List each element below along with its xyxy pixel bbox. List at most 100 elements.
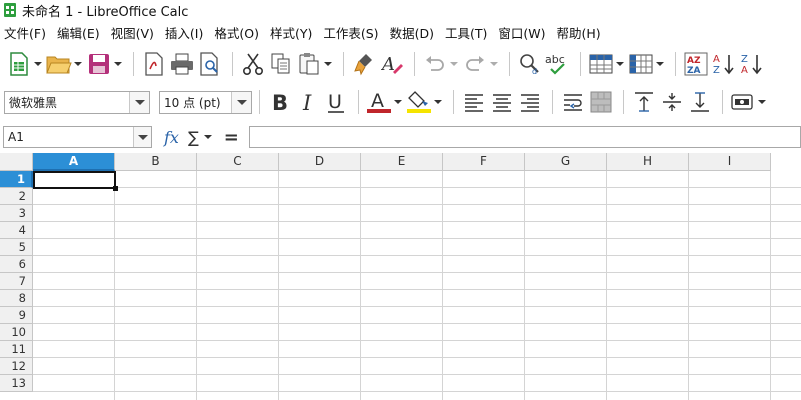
font-name-combobox[interactable]: 微软雅黑: [4, 90, 150, 114]
open-dropdown-arrow[interactable]: [74, 51, 82, 77]
merge-cells-icon[interactable]: [588, 89, 614, 115]
clone-formatting-icon[interactable]: [351, 51, 377, 77]
align-bottom-icon[interactable]: [687, 89, 713, 115]
print-preview-icon[interactable]: [197, 51, 223, 77]
new-document-icon[interactable]: [6, 51, 32, 77]
italic-icon[interactable]: I: [295, 89, 321, 115]
sort-ascending-icon[interactable]: AZ: [711, 51, 737, 77]
menu-styles[interactable]: 样式(Y): [270, 23, 312, 42]
column-header-c[interactable]: C: [197, 153, 279, 171]
wrap-text-icon[interactable]: [560, 89, 586, 115]
spreadsheet-grid: ABCDEFGHI 1 2 3 4 5 6 7 8 9 10 11 12 13: [0, 153, 801, 400]
row-header-11[interactable]: 11: [0, 341, 33, 358]
menu-data[interactable]: 数据(D): [390, 23, 434, 42]
row-header-5[interactable]: 5: [0, 239, 33, 256]
chevron-down-icon[interactable]: [133, 127, 151, 147]
chevron-down-icon[interactable]: [231, 91, 251, 113]
cell-area[interactable]: [33, 171, 801, 400]
open-folder-icon[interactable]: [46, 51, 72, 77]
toolbar-separator: [580, 52, 581, 76]
row-header-4[interactable]: 4: [0, 222, 33, 239]
print-icon[interactable]: [169, 51, 195, 77]
column-header-g[interactable]: G: [525, 153, 607, 171]
undo-dropdown-arrow[interactable]: [450, 51, 458, 77]
align-left-icon[interactable]: [461, 89, 487, 115]
align-top-icon[interactable]: [631, 89, 657, 115]
cut-icon[interactable]: [240, 51, 266, 77]
sum-dropdown-arrow[interactable]: [204, 124, 212, 150]
column-header-b[interactable]: B: [115, 153, 197, 171]
row-header-2[interactable]: 2: [0, 188, 33, 205]
clear-formatting-icon[interactable]: A: [379, 51, 405, 77]
sort-icon[interactable]: AZ ZA: [683, 51, 709, 77]
toolbar-separator: [552, 90, 553, 114]
select-all-corner[interactable]: [0, 153, 33, 171]
row-header-10[interactable]: 10: [0, 324, 33, 341]
svg-text:A: A: [741, 65, 748, 76]
font-size-value: 10 点 (pt): [164, 95, 221, 110]
highlighting-dropdown-arrow[interactable]: [434, 89, 442, 115]
svg-text:A: A: [713, 54, 720, 65]
menu-file[interactable]: 文件(F): [4, 23, 46, 42]
align-center-icon[interactable]: [489, 89, 515, 115]
center-vertically-icon[interactable]: [659, 89, 685, 115]
new-dropdown-arrow[interactable]: [34, 51, 42, 77]
bold-icon[interactable]: B: [267, 89, 293, 115]
function-wizard-icon[interactable]: fx: [164, 128, 179, 147]
column-header-i[interactable]: I: [689, 153, 771, 171]
toolbar-separator: [133, 52, 134, 76]
row-header-13[interactable]: 13: [0, 375, 33, 392]
copy-icon[interactable]: [268, 51, 294, 77]
menu-view[interactable]: 视图(V): [111, 23, 154, 42]
export-pdf-icon[interactable]: [141, 51, 167, 77]
menu-help[interactable]: 帮助(H): [556, 23, 600, 42]
row-icon[interactable]: [588, 51, 614, 77]
menu-sheet[interactable]: 工作表(S): [323, 23, 378, 42]
name-box[interactable]: A1: [3, 126, 152, 148]
svg-text:abc: abc: [545, 53, 565, 66]
row-header-3[interactable]: 3: [0, 205, 33, 222]
align-right-icon[interactable]: [517, 89, 543, 115]
svg-text:Z: Z: [713, 65, 720, 76]
column-dropdown-arrow[interactable]: [656, 51, 664, 77]
column-header-h[interactable]: H: [607, 153, 689, 171]
row-header-1[interactable]: 1: [0, 171, 33, 188]
redo-icon[interactable]: [462, 51, 488, 77]
spelling-icon[interactable]: abc: [545, 51, 571, 77]
formula-icon[interactable]: =: [224, 127, 239, 148]
menu-window[interactable]: 窗口(W): [498, 23, 545, 42]
column-icon[interactable]: [628, 51, 654, 77]
paste-dropdown-arrow[interactable]: [324, 51, 332, 77]
column-header-f[interactable]: F: [443, 153, 525, 171]
column-header-d[interactable]: D: [279, 153, 361, 171]
undo-icon[interactable]: [422, 51, 448, 77]
row-header-7[interactable]: 7: [0, 273, 33, 290]
font-color-dropdown-arrow[interactable]: [394, 89, 402, 115]
row-dropdown-arrow[interactable]: [616, 51, 624, 77]
column-header-a[interactable]: A: [33, 153, 115, 171]
row-header-6[interactable]: 6: [0, 256, 33, 273]
font-color-icon[interactable]: A: [366, 89, 392, 115]
menu-tools[interactable]: 工具(T): [445, 23, 487, 42]
paste-icon[interactable]: [296, 51, 322, 77]
menu-edit[interactable]: 编辑(E): [57, 23, 100, 42]
row-header-9[interactable]: 9: [0, 307, 33, 324]
underline-icon[interactable]: U: [323, 89, 349, 115]
menu-insert[interactable]: 插入(I): [165, 23, 203, 42]
row-header-12[interactable]: 12: [0, 358, 33, 375]
column-header-e[interactable]: E: [361, 153, 443, 171]
formula-input[interactable]: [248, 126, 801, 148]
chevron-down-icon[interactable]: [129, 91, 149, 113]
sort-descending-icon[interactable]: ZA: [739, 51, 765, 77]
font-size-combobox[interactable]: 10 点 (pt): [159, 90, 252, 114]
highlighting-color-icon[interactable]: [406, 89, 432, 115]
number-format-icon[interactable]: [730, 89, 756, 115]
row-header-8[interactable]: 8: [0, 290, 33, 307]
menu-format[interactable]: 格式(O): [214, 23, 259, 42]
save-icon[interactable]: [86, 51, 112, 77]
redo-dropdown-arrow[interactable]: [490, 51, 498, 77]
save-dropdown-arrow[interactable]: [114, 51, 122, 77]
find-replace-icon[interactable]: d: [517, 51, 543, 77]
sum-icon[interactable]: ∑: [188, 128, 199, 147]
number-format-dropdown-arrow[interactable]: [758, 89, 766, 115]
